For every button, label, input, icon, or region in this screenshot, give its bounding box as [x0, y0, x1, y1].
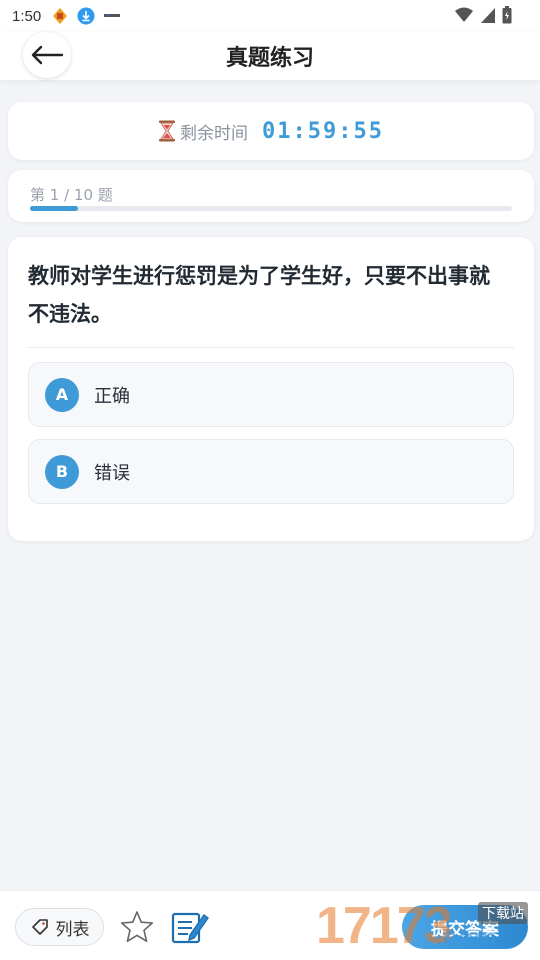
divider — [28, 347, 514, 348]
timer-label: 剩余时间 — [180, 123, 249, 144]
option-b-label: 错误 — [94, 462, 130, 484]
tag-icon — [31, 919, 48, 935]
status-bar: 1:50 — [0, 0, 540, 32]
note-edit-icon[interactable] — [170, 907, 210, 947]
question-counter: 第 1 / 10 题 — [30, 186, 113, 204]
signal-icon — [481, 8, 495, 23]
list-button-label: 列表 — [55, 919, 90, 940]
page-title: 真题练习 — [225, 46, 314, 71]
app-notification-icon — [53, 8, 68, 24]
option-a[interactable]: A 正确 — [28, 362, 514, 427]
app-header: 真题练习 — [0, 32, 540, 80]
timer-card: 剩余时间 01:59:55 — [8, 102, 534, 160]
bottom-bar: 列表 提交答案 — [0, 890, 540, 960]
small-app-icon — [104, 14, 121, 17]
status-right-icons — [454, 6, 512, 24]
option-a-label: 正确 — [94, 385, 130, 407]
option-b-badge: B — [45, 454, 79, 489]
option-a-badge: A — [45, 377, 79, 412]
notification-icons — [51, 7, 121, 25]
progress-fill — [30, 206, 79, 211]
star-icon[interactable] — [120, 910, 154, 944]
battery-icon — [502, 6, 512, 24]
status-time: 1:50 — [12, 7, 42, 25]
list-button[interactable]: 列表 — [15, 908, 104, 946]
timer-value: 01:59:55 — [262, 118, 384, 144]
download-icon — [77, 7, 95, 25]
progress-track — [30, 206, 512, 211]
hourglass-icon — [159, 120, 176, 142]
option-b[interactable]: B 错误 — [28, 439, 514, 504]
question-text: 教师对学生进行惩罚是为了学生好，只要不出事就不违法。 — [28, 264, 490, 326]
wifi-icon — [455, 7, 473, 22]
submit-answer-button[interactable]: 提交答案 — [402, 905, 528, 949]
question-card: 教师对学生进行惩罚是为了学生好，只要不出事就不违法。 A 正确 B 错误 — [8, 237, 534, 541]
progress-card: 第 1 / 10 题 — [8, 170, 534, 222]
